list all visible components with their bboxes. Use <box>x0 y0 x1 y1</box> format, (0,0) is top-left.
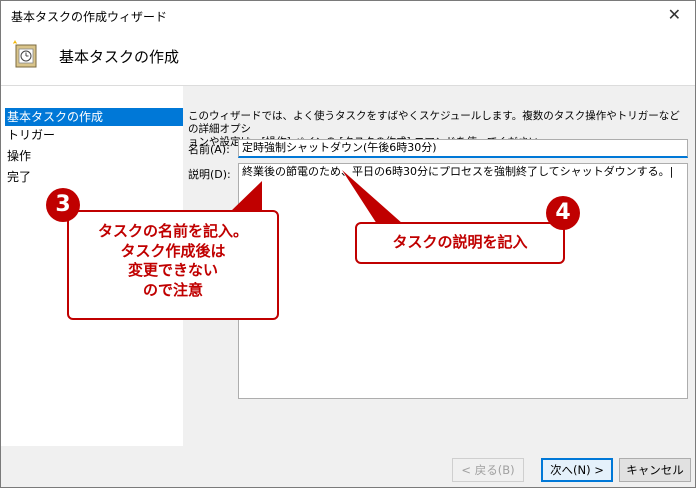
note3-line1: タスクの名前を記入。 <box>97 222 248 240</box>
annotation-badge-4: 4 <box>546 196 580 230</box>
note3-line2: タスク作成後は <box>120 241 226 260</box>
annotation-note-description: タスクの説明を記入 <box>355 222 565 264</box>
annotation-note-task-name: タスクの名前を記入。 タスク作成後は 変更できない ので注意 <box>67 210 279 320</box>
note3-line3: 変更できない <box>127 261 218 279</box>
annotation-badge-3: 3 <box>46 188 80 222</box>
note3-line4: ので注意 <box>142 280 203 299</box>
note4-pointer <box>342 170 403 224</box>
note3-pointer <box>230 181 262 212</box>
